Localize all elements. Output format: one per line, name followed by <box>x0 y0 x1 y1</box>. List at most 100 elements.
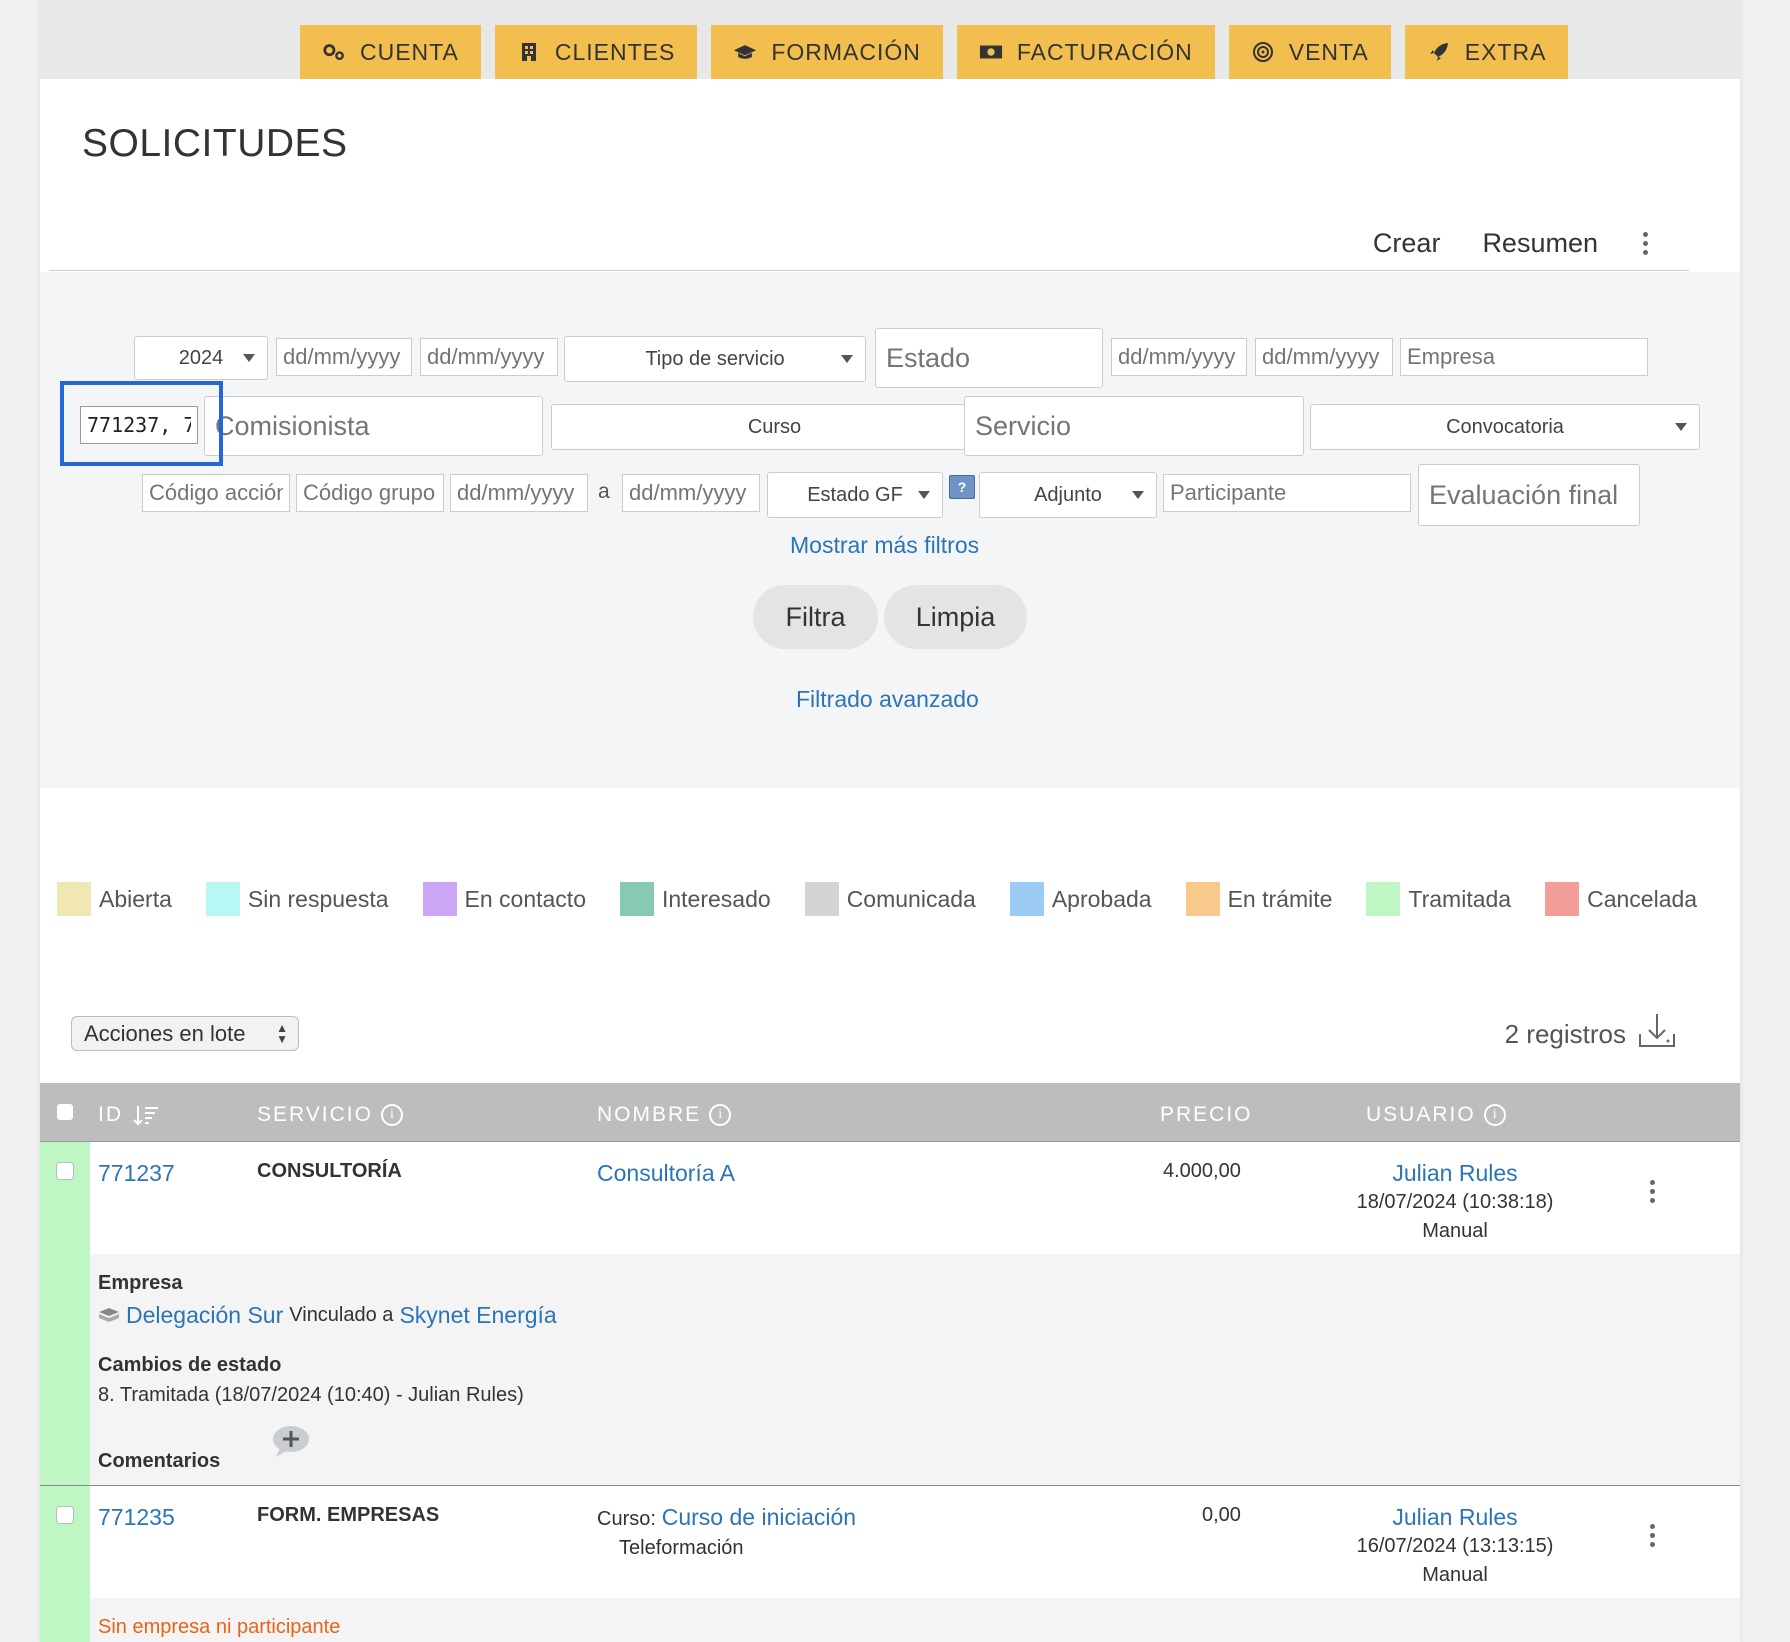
legend-swatch <box>205 882 240 916</box>
empresa-link[interactable]: Delegación Sur <box>126 1302 283 1329</box>
more-options-icon[interactable] <box>1640 232 1650 255</box>
row-id-link[interactable]: 771237 <box>98 1160 175 1187</box>
participante-field[interactable] <box>1163 474 1411 512</box>
header-id[interactable]: ID <box>98 1103 159 1127</box>
select-all-checkbox[interactable] <box>56 1103 74 1121</box>
gears-icon <box>322 42 346 62</box>
tab-cuenta[interactable]: CUENTA <box>300 25 481 79</box>
vinculado-link[interactable]: Skynet Energía <box>399 1302 556 1329</box>
ids-field-highlight <box>60 381 223 466</box>
legend-item: Abierta <box>57 882 172 916</box>
row-checkbox[interactable] <box>56 1162 74 1180</box>
tab-formacion[interactable]: FORMACIÓN <box>711 25 943 79</box>
add-comment-icon[interactable] <box>270 1424 312 1465</box>
legend-item: En contacto <box>422 882 586 916</box>
row-checkbox[interactable] <box>56 1506 74 1524</box>
header-nombre: NOMBRE i <box>597 1103 732 1127</box>
empresa-label: Empresa <box>98 1272 183 1294</box>
info-icon[interactable]: i <box>709 1104 732 1126</box>
date-to-2-field[interactable] <box>1255 338 1393 376</box>
header-divider <box>49 270 1689 271</box>
legend-item: Comunicada <box>804 882 976 916</box>
tab-venta[interactable]: VENTA <box>1228 25 1391 79</box>
legend-swatch <box>804 882 839 916</box>
legend-item: Cancelada <box>1545 882 1697 916</box>
help-icon[interactable]: ? <box>949 475 975 499</box>
empresa-field[interactable] <box>1400 338 1648 376</box>
info-icon[interactable]: i <box>1483 1104 1506 1126</box>
cambios-text: 8. Tramitada (18/07/2024 (10:40) - Julia… <box>98 1384 524 1406</box>
building-icon <box>517 42 541 62</box>
date-from-field[interactable] <box>276 338 412 376</box>
row-servicio: CONSULTORÍA <box>257 1160 402 1182</box>
filter-button[interactable]: Filtra <box>753 585 878 649</box>
codigo-grupo-field[interactable] <box>296 474 444 512</box>
comisionista-field[interactable] <box>204 396 543 456</box>
tab-facturacion[interactable]: FACTURACIÓN <box>956 25 1215 79</box>
page-title: SOLICITUDES <box>82 122 348 165</box>
warning-text: Sin empresa ni participante <box>98 1616 341 1638</box>
row-date: 18/07/2024 (10:38:18) <box>1356 1191 1554 1213</box>
summary-button[interactable]: Resumen <box>1482 228 1598 259</box>
header-usuario: USUARIO i <box>1366 1103 1506 1127</box>
tab-extra[interactable]: EXTRA <box>1404 25 1569 79</box>
legend-swatch <box>422 882 457 916</box>
row-nombre-link[interactable]: Curso de iniciación <box>662 1504 856 1530</box>
evaluacion-final-field[interactable] <box>1418 464 1640 526</box>
legend-item: Sin respuesta <box>205 882 389 916</box>
row-precio: 0,00 <box>1202 1504 1241 1526</box>
header-servicio: SERVICIO i <box>257 1103 403 1127</box>
row-detail: Sin empresa ni participante <box>90 1598 1740 1642</box>
row-nombre-link[interactable]: Consultoría A <box>597 1160 735 1187</box>
row-id-link[interactable]: 771235 <box>98 1504 175 1531</box>
adjunto-select[interactable]: Adjunto <box>979 472 1157 518</box>
row-actions-icon[interactable] <box>1647 1180 1657 1203</box>
top-navbar: CUENTA CLIENTES FORMACIÓN FACTURACIÓN VE… <box>40 0 1740 79</box>
date-range-to-field[interactable] <box>622 474 760 512</box>
convocatoria-select[interactable]: Convocatoria <box>1310 404 1700 450</box>
chevron-down-icon <box>1132 491 1144 499</box>
codigo-accion-field[interactable] <box>142 474 290 512</box>
user-link[interactable]: Julian Rules <box>1330 1160 1580 1187</box>
filters-panel: 2024 Tipo de servicio Curso Convocatoria… <box>40 272 1740 788</box>
batch-actions-select[interactable]: Acciones en lote ▲ ▼ <box>71 1016 299 1051</box>
legend-swatch <box>1009 882 1044 916</box>
download-icon[interactable] <box>1636 1010 1678 1059</box>
row-precio: 4.000,00 <box>1163 1160 1241 1182</box>
header-precio: PRECIO <box>1160 1103 1253 1126</box>
estado-field[interactable] <box>875 328 1103 388</box>
rocket-icon <box>1427 42 1451 62</box>
row-usuario: Julian Rules 18/07/2024 (10:38:18) Manua… <box>1330 1160 1580 1243</box>
nombre-prefix: Curso: <box>597 1508 656 1530</box>
date-to-field[interactable] <box>420 338 558 376</box>
estado-gf-select[interactable]: Estado GF <box>767 472 943 518</box>
servicio-field[interactable] <box>964 396 1304 456</box>
main-tabs: CUENTA CLIENTES FORMACIÓN FACTURACIÓN VE… <box>300 25 1569 79</box>
curso-select[interactable]: Curso <box>551 404 998 450</box>
legend-item: En trámite <box>1185 882 1332 916</box>
money-bill-icon <box>979 42 1003 62</box>
info-icon[interactable]: i <box>380 1104 403 1126</box>
range-separator: a <box>598 480 610 503</box>
show-more-filters-link[interactable]: Mostrar más filtros <box>790 532 979 559</box>
table-row: 771237 CONSULTORÍA Consultoría A 4.000,0… <box>40 1142 1740 1485</box>
create-button[interactable]: Crear <box>1373 228 1441 259</box>
year-select[interactable]: 2024 <box>134 336 268 380</box>
date-from-2-field[interactable] <box>1111 338 1247 376</box>
status-legend: Abierta Sin respuesta En contacto Intere… <box>57 882 1731 916</box>
legend-swatch <box>619 882 654 916</box>
row-actions-icon[interactable] <box>1647 1524 1657 1547</box>
date-range-from-field[interactable] <box>450 474 588 512</box>
legend-swatch <box>57 882 91 916</box>
tab-label: FACTURACIÓN <box>1016 38 1193 65</box>
status-stripe <box>40 1142 90 1485</box>
clear-button[interactable]: Limpia <box>884 585 1027 649</box>
legend-swatch <box>1366 882 1401 916</box>
advanced-filter-link[interactable]: Filtrado avanzado <box>796 686 979 713</box>
tab-clientes[interactable]: CLIENTES <box>494 25 698 79</box>
row-usuario: Julian Rules 16/07/2024 (13:13:15) Manua… <box>1330 1504 1580 1587</box>
service-type-select[interactable]: Tipo de servicio <box>564 336 866 382</box>
header-actions: Crear Resumen <box>1373 228 1650 259</box>
user-link[interactable]: Julian Rules <box>1330 1504 1580 1531</box>
tab-label: CUENTA <box>360 38 459 65</box>
